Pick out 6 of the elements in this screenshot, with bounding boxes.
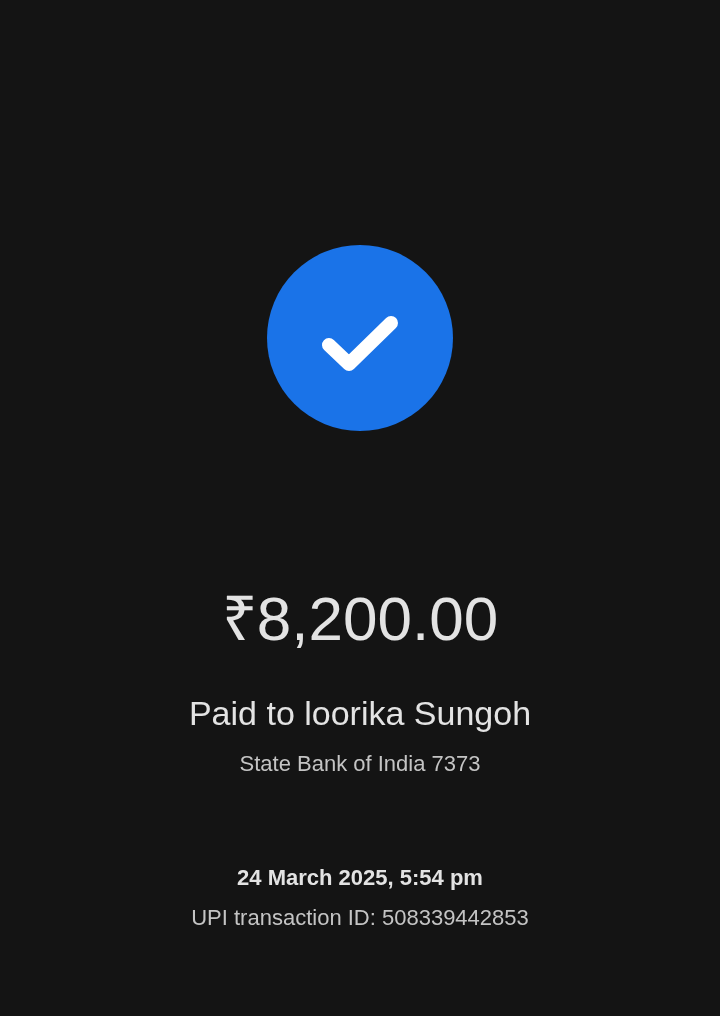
success-check-icon xyxy=(267,245,453,431)
payee-name: Paid to loorika Sungoh xyxy=(188,693,532,734)
payment-amount: ₹8,200.00 xyxy=(221,583,499,655)
bank-account: State Bank of India 7373 xyxy=(239,750,481,778)
payment-datetime: 24 March 2025, 5:54 pm xyxy=(237,864,483,892)
transaction-id: UPI transaction ID: 508339442853 xyxy=(191,904,529,932)
